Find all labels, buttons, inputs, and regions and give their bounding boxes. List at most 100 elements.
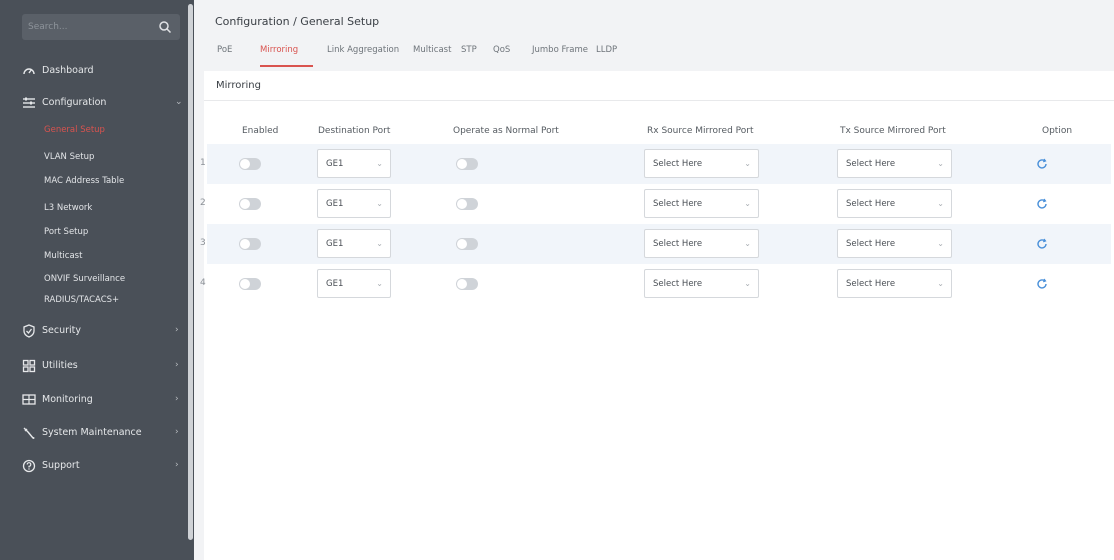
tab-multicast[interactable]: Multicast (413, 45, 451, 55)
tx-source-value: Select Here (846, 279, 896, 289)
rx-source-select[interactable]: Select Here ⌄ (644, 149, 759, 178)
chevron-down-icon: ⌄ (937, 199, 944, 208)
sidebar-scrollbar[interactable] (188, 4, 193, 540)
sidebar-item-label: Monitoring (42, 394, 93, 405)
chevron-down-icon: ⌄ (376, 239, 383, 248)
sidebar-item-configuration[interactable]: Configuration ⌄ (0, 92, 188, 114)
tx-source-select[interactable]: Select Here ⌄ (837, 269, 952, 298)
tx-source-value: Select Here (846, 159, 896, 169)
tx-source-select[interactable]: Select Here ⌄ (837, 149, 952, 178)
rx-source-select[interactable]: Select Here ⌄ (644, 229, 759, 258)
table-row: 4 GE1 ⌄ Select Here ⌄ Select Here ⌄ (200, 264, 1111, 304)
enabled-toggle[interactable] (239, 238, 261, 250)
sidebar-item-security[interactable]: Security › (0, 320, 188, 342)
sidebar-item-label: Support (42, 460, 80, 471)
sidebar-sub-general-setup[interactable]: General Setup (44, 125, 105, 135)
tx-source-select[interactable]: Select Here ⌄ (837, 189, 952, 218)
chevron-down-icon: ⌄ (937, 279, 944, 288)
row-number: 4 (200, 278, 206, 288)
search-icon[interactable] (158, 20, 172, 34)
chevron-right-icon: › (175, 325, 179, 335)
sidebar-item-label: Dashboard (42, 65, 94, 76)
sidebar-sub-multicast[interactable]: Multicast (44, 251, 82, 261)
breadcrumb: Configuration / General Setup (215, 15, 380, 28)
tab-link-aggregation[interactable]: Link Aggregation (327, 45, 399, 55)
chevron-right-icon: › (175, 394, 179, 404)
rx-source-select[interactable]: Select Here ⌄ (644, 269, 759, 298)
refresh-icon[interactable] (1036, 198, 1048, 210)
sidebar-item-system-maintenance[interactable]: System Maintenance › (0, 422, 188, 444)
tab-mirroring[interactable]: Mirroring (260, 45, 298, 55)
enabled-toggle[interactable] (239, 278, 261, 290)
sidebar-sub-vlan-setup[interactable]: VLAN Setup (44, 152, 94, 162)
chevron-down-icon: ⌄ (937, 159, 944, 168)
sidebar-sub-radius-tacacs[interactable]: RADIUS/TACACS+ (44, 295, 119, 305)
operate-normal-toggle[interactable] (456, 158, 478, 170)
column-header-rx-source: Rx Source Mirrored Port (647, 126, 754, 136)
operate-normal-toggle[interactable] (456, 198, 478, 210)
rx-source-value: Select Here (653, 239, 703, 249)
refresh-icon[interactable] (1036, 158, 1048, 170)
panel-title: Mirroring (216, 80, 261, 91)
rx-source-value: Select Here (653, 199, 703, 209)
sidebar-item-monitoring[interactable]: Monitoring › (0, 389, 188, 411)
sidebar-item-utilities[interactable]: Utilities › (0, 355, 188, 377)
rx-source-value: Select Here (653, 279, 703, 289)
tx-source-value: Select Here (846, 199, 896, 209)
column-header-option: Option (1042, 126, 1073, 136)
sidebar-item-label: Configuration (42, 97, 107, 108)
configuration-icon (23, 97, 35, 108)
destination-port-select[interactable]: GE1 ⌄ (317, 149, 391, 178)
tab-poe[interactable]: PoE (217, 45, 232, 55)
tab-jumbo-frame[interactable]: Jumbo Frame (532, 45, 588, 55)
table-row: 1 GE1 ⌄ Select Here ⌄ Select Here ⌄ (200, 144, 1111, 184)
sidebar-item-dashboard[interactable]: Dashboard (0, 60, 188, 82)
mirroring-panel: Mirroring Enabled Destination Port Opera… (200, 71, 1114, 560)
destination-port-value: GE1 (326, 279, 344, 289)
destination-port-select[interactable]: GE1 ⌄ (317, 189, 391, 218)
active-tab-indicator (260, 65, 313, 67)
search-input[interactable] (28, 19, 158, 35)
destination-port-value: GE1 (326, 239, 344, 249)
column-header-operate-normal: Operate as Normal Port (453, 126, 559, 136)
sidebar-sub-l3-network[interactable]: L3 Network (44, 203, 92, 213)
chevron-right-icon: › (175, 360, 179, 370)
chevron-down-icon: ⌄ (744, 199, 751, 208)
sidebar-item-label: System Maintenance (42, 427, 142, 438)
tab-lldp[interactable]: LLDP (596, 45, 617, 55)
wrench-icon (23, 427, 35, 439)
tab-stp[interactable]: STP (461, 45, 477, 55)
operate-normal-toggle[interactable] (456, 238, 478, 250)
destination-port-select[interactable]: GE1 ⌄ (317, 229, 391, 258)
tab-qos[interactable]: QoS (493, 45, 510, 55)
sidebar-item-label: Security (42, 325, 82, 336)
operate-normal-toggle[interactable] (456, 278, 478, 290)
sidebar-item-support[interactable]: Support › (0, 455, 188, 477)
chevron-down-icon: ⌄ (376, 159, 383, 168)
enabled-toggle[interactable] (239, 158, 261, 170)
refresh-icon[interactable] (1036, 278, 1048, 290)
shield-icon (23, 324, 35, 338)
question-icon (22, 459, 36, 473)
panel-header: Mirroring (204, 71, 1114, 101)
rx-source-select[interactable]: Select Here ⌄ (644, 189, 759, 218)
destination-port-select[interactable]: GE1 ⌄ (317, 269, 391, 298)
chevron-down-icon: ⌄ (937, 239, 944, 248)
chevron-down-icon: ⌄ (744, 239, 751, 248)
chevron-down-icon: ⌄ (376, 279, 383, 288)
chevron-down-icon: ⌄ (744, 279, 751, 288)
search-box (22, 14, 180, 40)
monitor-icon (22, 394, 36, 405)
sidebar-sub-port-setup[interactable]: Port Setup (44, 227, 88, 237)
sidebar-sub-mac-address-table[interactable]: MAC Address Table (44, 176, 124, 186)
row-number: 2 (200, 198, 206, 208)
column-header-tx-source: Tx Source Mirrored Port (840, 126, 946, 136)
refresh-icon[interactable] (1036, 238, 1048, 250)
chevron-down-icon: ⌄ (175, 97, 183, 107)
sidebar-sub-onvif-surveillance[interactable]: ONVIF Surveillance (44, 274, 125, 284)
utilities-icon (22, 359, 36, 373)
row-number: 1 (200, 158, 206, 168)
tx-source-select[interactable]: Select Here ⌄ (837, 229, 952, 258)
dashboard-icon (23, 68, 35, 75)
enabled-toggle[interactable] (239, 198, 261, 210)
